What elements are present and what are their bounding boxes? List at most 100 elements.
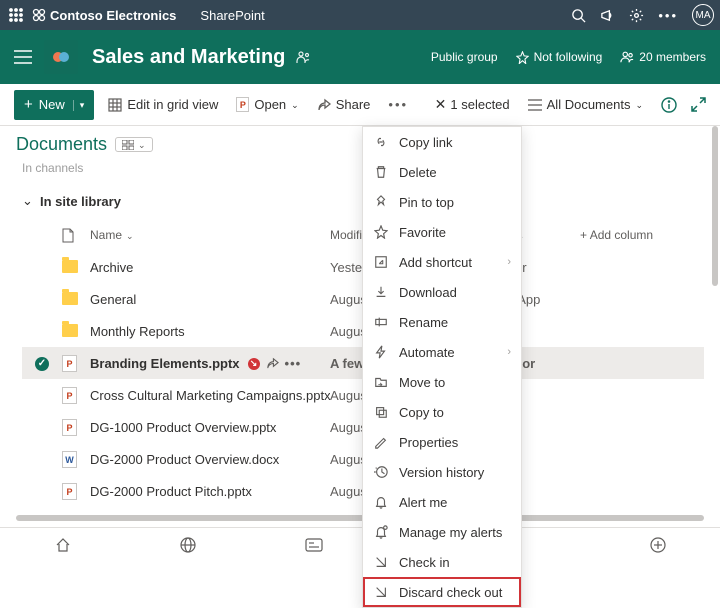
file-name[interactable]: DG-2000 Product Pitch.pptx	[90, 484, 330, 499]
add-icon[interactable]	[650, 537, 666, 553]
menu-item-alert[interactable]: Alert me	[363, 487, 521, 517]
menu-item-moveto[interactable]: Move to	[363, 367, 521, 397]
edit-grid-label: Edit in grid view	[127, 97, 218, 112]
command-bar: + New ▾ Edit in grid view P Open ⌄ Share…	[0, 84, 720, 126]
menu-item-automate[interactable]: Automate ›	[363, 337, 521, 367]
column-name[interactable]: Name⌄	[90, 228, 330, 242]
search-icon[interactable]	[571, 8, 586, 23]
home-icon[interactable]	[55, 537, 71, 553]
members-button[interactable]: 20 members	[620, 50, 706, 64]
nav-toggle-icon[interactable]	[14, 50, 32, 64]
chevron-down-icon: ⌄	[635, 100, 643, 111]
share-row-icon[interactable]	[266, 357, 279, 370]
site-logo[interactable]	[44, 40, 78, 74]
folder-icon	[62, 324, 78, 337]
checked-out-icon: ↘	[248, 358, 260, 370]
file-name[interactable]: Archive	[90, 260, 330, 275]
menu-item-discard[interactable]: Discard check out	[363, 577, 521, 607]
chevron-down-icon: ⌄	[291, 100, 299, 111]
menu-item-label: Alert me	[399, 495, 447, 510]
horizontal-scrollbar[interactable]	[16, 515, 704, 521]
overflow-button[interactable]: •••	[384, 93, 412, 116]
menu-item-pin[interactable]: Pin to top	[363, 187, 521, 217]
checkin-icon	[373, 555, 389, 569]
menu-item-alerts[interactable]: Manage my alerts	[363, 517, 521, 547]
edit-grid-button[interactable]: Edit in grid view	[104, 93, 222, 116]
more-icon[interactable]: •••	[658, 8, 678, 23]
file-name[interactable]: DG-2000 Product Overview.docx	[90, 452, 330, 467]
menu-item-rename[interactable]: Rename	[363, 307, 521, 337]
menu-item-shortcut[interactable]: Add shortcut›	[363, 247, 521, 277]
settings-icon[interactable]	[629, 8, 644, 23]
chevron-right-icon: ›	[507, 256, 511, 268]
file-name[interactable]: Monthly Reports	[90, 324, 330, 339]
powerpoint-icon: P	[62, 355, 77, 372]
new-button[interactable]: + New ▾	[14, 90, 94, 120]
menu-item-checkin[interactable]: Check in	[363, 547, 521, 577]
selection-count[interactable]: ✕ 1 selected	[435, 96, 510, 113]
file-name[interactable]: General	[90, 292, 330, 307]
powerpoint-icon: P	[236, 97, 249, 112]
info-icon[interactable]	[661, 97, 677, 113]
site-name[interactable]: Sales and Marketing	[92, 46, 285, 69]
follow-button[interactable]: Not following	[516, 50, 603, 64]
file-name[interactable]: Branding Elements.pptx↘•••	[90, 356, 330, 371]
menu-item-history[interactable]: Version history	[363, 457, 521, 487]
file-icon-header[interactable]	[62, 228, 90, 243]
rename-icon	[373, 315, 389, 329]
menu-item-link[interactable]: Copy link	[363, 127, 521, 157]
menu-item-label: Automate	[399, 345, 455, 360]
bottom-tray	[0, 527, 720, 561]
menu-item-label: Favorite	[399, 225, 446, 240]
menu-item-download[interactable]: Download	[363, 277, 521, 307]
suite-bar: Contoso Electronics SharePoint ••• MA	[0, 0, 720, 30]
menu-item-star[interactable]: Favorite	[363, 217, 521, 247]
add-column-button[interactable]: + Add column	[580, 228, 704, 242]
menu-item-label: Rename	[399, 315, 448, 330]
menu-item-copyto[interactable]: Copy to	[363, 397, 521, 427]
tenant-name[interactable]: Contoso Electronics	[32, 8, 176, 23]
props-icon	[373, 435, 389, 449]
link-icon	[373, 135, 389, 149]
star-icon	[373, 225, 389, 239]
tenant-label: Contoso Electronics	[50, 8, 176, 23]
view-selector[interactable]: All Documents ⌄	[524, 93, 647, 116]
shortcut-icon	[373, 255, 389, 269]
powerpoint-icon: P	[62, 483, 77, 500]
menu-item-trash[interactable]: Delete	[363, 157, 521, 187]
page-title-row: Documents ⌄	[0, 126, 720, 157]
menu-item-label: Discard check out	[399, 585, 502, 600]
menu-item-props[interactable]: Properties	[363, 427, 521, 457]
view-label: All Documents	[547, 97, 631, 112]
members-label: 20 members	[639, 50, 706, 64]
chevron-right-icon: ›	[507, 346, 511, 358]
file-name[interactable]: Cross Cultural Marketing Campaigns.pptx	[90, 388, 330, 403]
share-button[interactable]: Share	[313, 93, 375, 116]
globe-icon[interactable]	[180, 537, 196, 553]
menu-item-label: Copy to	[399, 405, 444, 420]
folder-icon	[62, 292, 78, 305]
document-list: In channels ⌄ In site library Name⌄ Modi…	[0, 157, 720, 559]
expand-icon[interactable]	[691, 97, 706, 112]
clear-selection-icon[interactable]: ✕	[435, 96, 447, 113]
open-button[interactable]: P Open ⌄	[232, 93, 302, 116]
vertical-scrollbar[interactable]	[712, 126, 718, 286]
selection-label: 1 selected	[450, 97, 509, 112]
row-more-icon[interactable]: •••	[285, 356, 302, 371]
moveto-icon	[373, 375, 389, 389]
selected-check-icon[interactable]: ✓	[35, 357, 49, 371]
user-avatar[interactable]: MA	[692, 4, 714, 26]
powerpoint-icon: P	[62, 387, 77, 404]
view-chip[interactable]: ⌄	[115, 137, 153, 152]
file-name[interactable]: DG-1000 Product Overview.pptx	[90, 420, 330, 435]
chevron-down-icon[interactable]: ▾	[73, 100, 85, 111]
app-launcher-icon[interactable]	[6, 5, 26, 25]
teams-icon[interactable]	[295, 49, 311, 65]
news-icon[interactable]	[305, 538, 323, 552]
menu-item-label: Pin to top	[399, 195, 454, 210]
menu-item-label: Delete	[399, 165, 437, 180]
megaphone-icon[interactable]	[600, 8, 615, 23]
menu-item-label: Manage my alerts	[399, 525, 502, 540]
history-icon	[373, 465, 389, 479]
product-name[interactable]: SharePoint	[200, 8, 264, 23]
